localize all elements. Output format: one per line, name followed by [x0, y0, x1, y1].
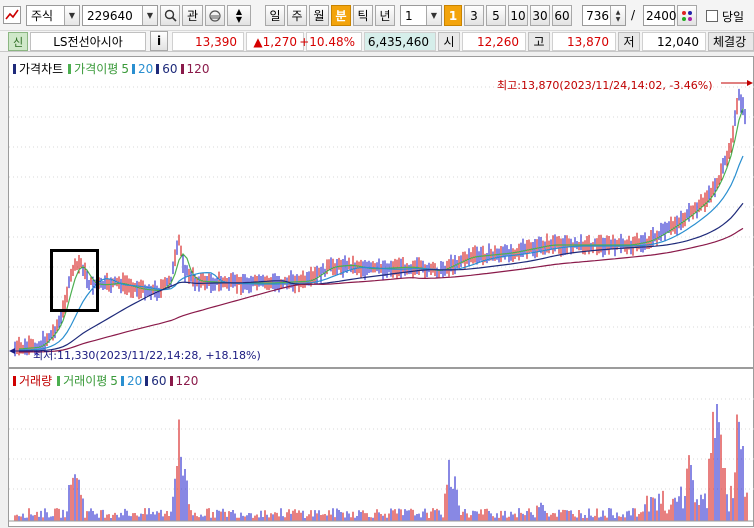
- price-legend: 가격차트 가격이평 5 20 60 120: [13, 60, 212, 77]
- today-checkbox[interactable]: [706, 10, 718, 22]
- chevron-down-icon[interactable]: ▼: [142, 6, 157, 25]
- open-label: 시: [438, 32, 460, 51]
- interval-5-button[interactable]: 5: [486, 5, 506, 26]
- volume-ma60: 60: [151, 373, 167, 388]
- period-year-button[interactable]: 년: [375, 5, 395, 26]
- arrow-down-icon[interactable]: ▼: [236, 15, 242, 24]
- price-chart-panel[interactable]: 가격차트 가격이평 5 20 60 120 최고:13,870(2023/11/…: [8, 56, 754, 368]
- settings-icon: [682, 10, 692, 21]
- interval-10-button[interactable]: 10: [508, 5, 528, 26]
- search-icon: [164, 9, 177, 22]
- stock-info-button[interactable]: i: [150, 31, 168, 51]
- current-price: 13,390: [172, 32, 244, 51]
- ma20-line: [18, 155, 744, 351]
- high-price: 13,870: [552, 32, 616, 51]
- page-current-input[interactable]: 736 ▲ ▼: [582, 5, 626, 26]
- volume-ma-title: 거래이평: [63, 374, 108, 388]
- period-tick-button[interactable]: 틱: [353, 5, 373, 26]
- interval-1-button[interactable]: 1: [444, 5, 462, 26]
- high-arrow-icon: [747, 80, 753, 86]
- ma60-line: [19, 202, 744, 352]
- app-icon: [3, 6, 21, 24]
- search-button[interactable]: [160, 5, 180, 26]
- stock-code-input[interactable]: 229640 ▼: [82, 5, 158, 26]
- highlight-box: [50, 249, 99, 312]
- link-button[interactable]: [205, 5, 225, 26]
- interval-select[interactable]: 1 ▼: [400, 5, 442, 26]
- chart-settings-button[interactable]: [677, 5, 697, 26]
- open-price: 12,260: [462, 32, 526, 51]
- interval-3-button[interactable]: 3: [464, 5, 484, 26]
- period-week-button[interactable]: 주: [287, 5, 307, 26]
- page-separator: /: [631, 8, 636, 22]
- volume-ma120: 120: [175, 373, 199, 388]
- spin-icon[interactable]: ▲ ▼: [610, 6, 625, 25]
- price-ma20: 20: [137, 61, 154, 76]
- low-price: 12,040: [642, 32, 706, 51]
- high-label: 고: [528, 32, 550, 51]
- favorite-button[interactable]: 관: [182, 5, 203, 26]
- volume-chart-panel[interactable]: 거래량 거래이평 5 20 60 120: [8, 368, 754, 527]
- period-day-button[interactable]: 일: [265, 5, 285, 26]
- credit-badge: 신: [8, 32, 28, 51]
- interval-60-button[interactable]: 60: [552, 5, 572, 26]
- page-current-value: 736: [586, 8, 609, 23]
- low-arrow-icon: [9, 348, 15, 354]
- stock-stepper[interactable]: ▲ ▼: [227, 5, 251, 26]
- page-total-value: 2400: [646, 8, 677, 23]
- volume-legend: 거래량 거래이평 5 20 60 120: [13, 372, 201, 389]
- low-label: 저: [618, 32, 640, 51]
- page-total-input[interactable]: 2400: [643, 5, 677, 26]
- price-legend-title: 가격차트: [19, 62, 64, 76]
- volume-chart[interactable]: [9, 369, 754, 528]
- ma5-line: [18, 108, 744, 350]
- volume-ma20: 20: [126, 373, 143, 388]
- market-select-value: 주식: [31, 9, 54, 23]
- price-ma120: 120: [186, 61, 210, 76]
- link-icon: [209, 9, 221, 22]
- chart-toolbar: 주식 ▼ 229640 ▼ 관 ▲ ▼ 일 주 월 분 틱 년 1 ▼ 1 3 5…: [0, 0, 754, 31]
- market-select[interactable]: 주식 ▼: [26, 5, 80, 26]
- stock-name: LS전선아시아: [30, 32, 146, 51]
- price-chart[interactable]: [9, 57, 754, 369]
- period-minute-button[interactable]: 분: [331, 5, 351, 26]
- volume-legend-title: 거래량: [19, 374, 53, 388]
- trade-volume: 6,435,460: [364, 32, 436, 51]
- chevron-down-icon[interactable]: ▼: [64, 6, 79, 25]
- price-ma60: 60: [162, 61, 178, 76]
- low-annotation: 최저:11,330(2023/11/22,14:28, +18.18%): [33, 349, 261, 362]
- chevron-down-icon[interactable]: ▼: [426, 6, 441, 25]
- price-ma-title: 가격이평: [74, 62, 119, 76]
- period-month-button[interactable]: 월: [309, 5, 329, 26]
- stock-code-value: 229640: [87, 8, 133, 23]
- interval-30-button[interactable]: 30: [530, 5, 550, 26]
- price-change-pct: +10.48%: [299, 32, 362, 51]
- interval-select-value: 1: [405, 8, 413, 23]
- price-change: ▲1,270: [246, 32, 304, 51]
- today-label: 당일: [722, 10, 745, 24]
- settle-strength-label: 체결강: [708, 32, 754, 51]
- price-ma5: 5: [121, 61, 129, 76]
- high-annotation: 최고:13,870(2023/11/24,14:02, -3.46%): [497, 79, 713, 92]
- volume-ma5: 5: [110, 373, 118, 388]
